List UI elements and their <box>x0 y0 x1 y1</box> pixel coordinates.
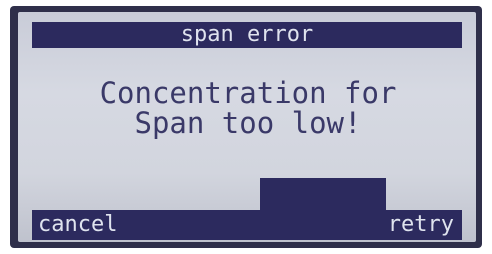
error-message-line-1: Concentration for <box>99 76 397 110</box>
softkey-bar: cancel retry <box>32 210 462 240</box>
lcd-screen: span error Concentration for Span too lo… <box>18 12 476 242</box>
screen-title: span error <box>180 22 314 47</box>
title-bar: span error <box>32 22 462 48</box>
error-message-line-2: Span too low! <box>134 106 362 140</box>
softkey-highlight-block <box>260 178 386 212</box>
retry-softkey[interactable]: retry <box>388 210 454 240</box>
cancel-softkey[interactable]: cancel <box>38 210 117 240</box>
error-message: Concentration for Span too low! <box>38 78 458 138</box>
device-bezel: span error Concentration for Span too lo… <box>0 0 492 254</box>
